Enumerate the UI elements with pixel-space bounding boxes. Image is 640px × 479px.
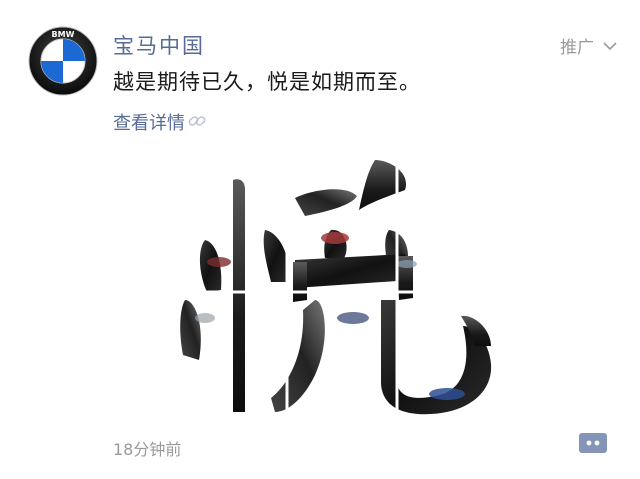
- post-caption: 越是期待已久，悦是如期而至。: [113, 70, 421, 94]
- character-collage: [175, 150, 505, 415]
- bmw-logo-icon: BMW: [28, 26, 98, 96]
- chevron-down-icon: [602, 41, 618, 51]
- promo-tag[interactable]: 推广: [560, 33, 618, 58]
- author-name[interactable]: 宝马中国: [113, 30, 205, 60]
- post-timestamp: 18分钟前: [113, 440, 182, 459]
- moments-post: BMW 宝马中国 推广 越是期待已久，悦是如期而至。 查看详情 18分钟前: [0, 0, 640, 479]
- comment-dots-icon[interactable]: [578, 432, 608, 456]
- details-label: 查看详情: [113, 113, 185, 134]
- promo-label: 推广: [560, 38, 594, 58]
- post-image[interactable]: [175, 150, 505, 415]
- bmw-lettering: BMW: [52, 30, 75, 39]
- view-details-link[interactable]: 查看详情: [113, 109, 206, 135]
- link-icon: [188, 112, 206, 133]
- avatar[interactable]: BMW: [28, 26, 98, 96]
